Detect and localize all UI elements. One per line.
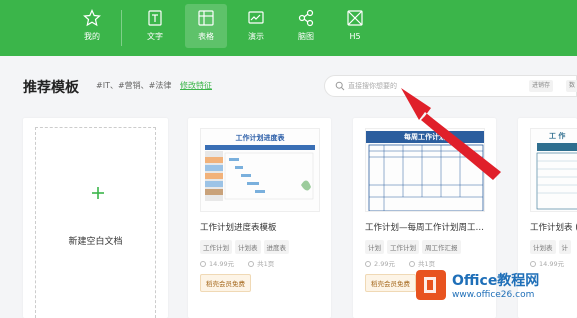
template-tag[interactable]: 计划 (365, 240, 384, 254)
template-meta: 2.99元 共1页 (365, 258, 435, 268)
nav-label-mindmap: 脑图 (298, 32, 314, 41)
template-price: 14.99元 (539, 260, 565, 268)
gantt-preview (205, 145, 315, 201)
hot-word[interactable]: 进销存 (529, 80, 554, 92)
nav-item-text[interactable]: 文字 (134, 4, 176, 48)
template-pages: 共1页 (257, 260, 275, 268)
nav-item-mine[interactable]: 我的 (71, 4, 113, 48)
h5-icon (347, 10, 363, 26)
member-free-badge: 稻壳会员免费 (200, 274, 251, 292)
watermark-title: Office教程网 (452, 273, 540, 289)
top-nav-bar: 我的 文字 表格 演示 脑图 H5 (0, 0, 577, 56)
search-icon (335, 81, 345, 91)
template-price: 14.99元 (209, 260, 235, 268)
nav-item-table[interactable]: 表格 (185, 4, 227, 48)
template-tag[interactable]: 工作计划 (200, 240, 232, 254)
nav-item-mindmap[interactable]: 脑图 (285, 4, 327, 48)
edit-tags-link[interactable]: 修改特征 (180, 80, 212, 91)
template-tags: 工作计划 计划表 进度表 (200, 240, 289, 254)
template-tags: 计划 工作计划 周工作汇报 (365, 240, 461, 254)
blank-card-border: 新建空白文档 (35, 127, 156, 318)
plan-table-preview (536, 143, 577, 210)
template-meta: 14.99元 (530, 258, 564, 268)
template-title[interactable]: 工作计划—每周工作计划周工… (365, 221, 490, 233)
template-tag[interactable]: 计划表 (530, 240, 556, 254)
nav-label-presentation: 演示 (248, 32, 264, 41)
nav-item-h5[interactable]: H5 (334, 4, 376, 48)
price-icon (365, 261, 371, 267)
pages-icon (408, 261, 415, 267)
interest-tags: #IT、#营销、#法律 (96, 81, 172, 90)
thumbnail-title: 工 作 (549, 132, 566, 140)
office-logo-icon (416, 270, 446, 300)
template-thumbnail[interactable]: 工 作 (530, 128, 577, 212)
document-icon (148, 10, 162, 26)
star-icon (83, 9, 101, 27)
template-pages: 共1页 (417, 260, 436, 268)
annotation-arrow (401, 88, 501, 180)
template-title[interactable]: 工作计划表 ( (530, 221, 577, 233)
presentation-icon (248, 11, 264, 24)
page-title: 推荐模板 (23, 80, 79, 96)
nav-label-mine: 我的 (84, 32, 100, 41)
nav-label-h5: H5 (349, 32, 361, 41)
pages-icon (248, 261, 255, 267)
table-icon (198, 10, 214, 26)
template-tag[interactable]: 工作计划 (387, 240, 419, 254)
nav-label-table: 表格 (198, 32, 214, 41)
hot-word[interactable]: 数 (566, 80, 577, 92)
template-meta: 14.99元 共1页 (200, 258, 274, 268)
nav-label-text: 文字 (147, 32, 163, 41)
price-icon (530, 261, 536, 267)
watermark-url: www.office26.com (452, 290, 535, 300)
template-tag[interactable]: 周工作汇报 (422, 240, 461, 254)
mindmap-icon (298, 9, 314, 27)
template-tag[interactable]: 进度表 (263, 240, 289, 254)
template-card[interactable]: 工作计划进度表 工作计划进度表模板 工作计划 计划表 进度表 14.99元 共1… (188, 118, 331, 318)
plus-icon (92, 187, 104, 199)
template-price: 2.99元 (374, 260, 395, 268)
nav-divider (121, 10, 122, 46)
nav-item-presentation[interactable]: 演示 (235, 4, 277, 48)
member-free-badge: 稻壳会员免费 (365, 274, 416, 292)
template-thumbnail[interactable]: 工作计划进度表 (200, 128, 320, 212)
new-blank-card[interactable]: 新建空白文档 (23, 118, 168, 318)
template-title[interactable]: 工作计划进度表模板 (200, 221, 325, 233)
new-blank-label: 新建空白文档 (68, 237, 123, 247)
thumbnail-title: 工作计划进度表 (235, 134, 285, 142)
template-tag[interactable]: 计 (558, 240, 571, 254)
template-tag[interactable]: 计划表 (235, 240, 261, 254)
price-icon (200, 261, 206, 267)
watermark: Office教程网 www.office26.com (412, 268, 577, 318)
template-tags: 计划表 计 (530, 240, 571, 254)
